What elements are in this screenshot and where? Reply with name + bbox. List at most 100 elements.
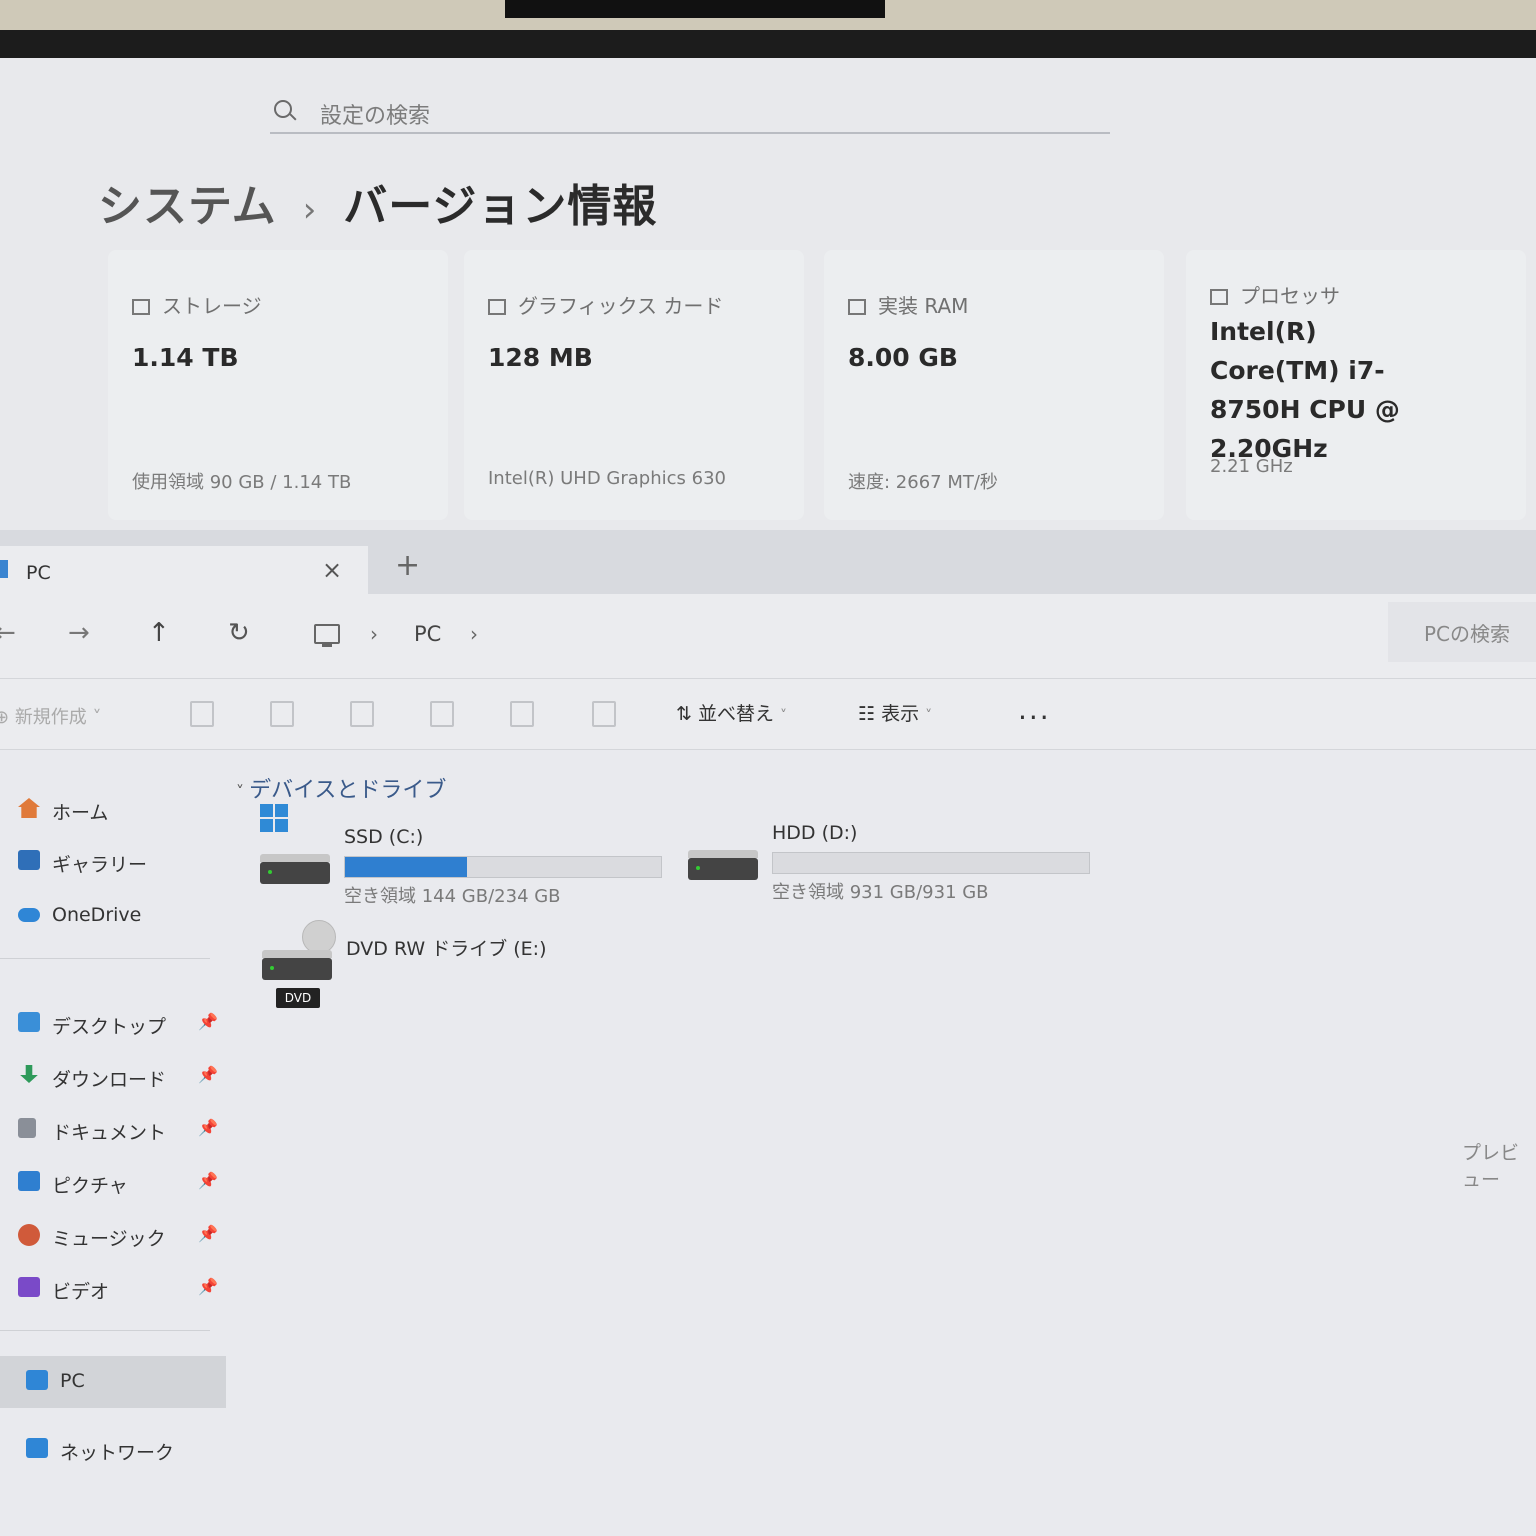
address-bar[interactable]: › PC › bbox=[296, 610, 1366, 662]
sidebar-item-desktop[interactable]: デスクトップ 📌 bbox=[14, 1004, 224, 1044]
delete-icon[interactable] bbox=[592, 701, 616, 727]
rename-icon[interactable] bbox=[430, 701, 454, 727]
cut-icon[interactable] bbox=[190, 701, 214, 727]
monitor-icon bbox=[314, 624, 340, 647]
sort-button[interactable]: ⇅ 並べ替え ˅ bbox=[676, 699, 787, 726]
drive-free-space: 空き領域 931 GB/931 GB bbox=[772, 882, 989, 903]
drive-icon bbox=[262, 950, 332, 980]
spec-cards: ストレージ 1.14 TB 使用領域 90 GB / 1.14 TB グラフィッ… bbox=[108, 250, 1528, 520]
tab-bar: PC × + bbox=[0, 530, 1536, 594]
search-placeholder: PCの検索 bbox=[1424, 622, 1511, 646]
card-label: ストレージ bbox=[162, 294, 262, 318]
sidebar-item-documents[interactable]: ドキュメント 📌 bbox=[14, 1110, 224, 1150]
file-list: ˅ デバイスとドライブ SSD (C:) 空き領域 144 GB/234 GB … bbox=[230, 750, 1536, 1536]
sidebar-item-pc[interactable]: PC bbox=[0, 1356, 226, 1408]
drive-hdd-d[interactable]: HDD (D:) 空き領域 931 GB/931 GB bbox=[688, 822, 1128, 906]
cpu-icon bbox=[1210, 289, 1228, 305]
divider bbox=[0, 958, 210, 959]
pin-icon[interactable]: 📌 bbox=[198, 1224, 218, 1243]
sidebar-item-music[interactable]: ミュージック 📌 bbox=[14, 1216, 224, 1256]
picture-icon bbox=[18, 1171, 40, 1191]
new-tab-button[interactable]: + bbox=[395, 548, 420, 583]
sidebar-item-home[interactable]: ホーム bbox=[14, 790, 224, 830]
more-options-button[interactable]: ... bbox=[1018, 693, 1051, 726]
card-ram[interactable]: 実装 RAM 8.00 GB 速度: 2667 MT/秒 bbox=[824, 250, 1164, 520]
capacity-bar bbox=[344, 856, 662, 878]
breadcrumb-current: バージョン情報 bbox=[343, 181, 658, 232]
sidebar-item-network[interactable]: ネットワーク bbox=[14, 1430, 224, 1470]
ram-icon bbox=[848, 299, 866, 315]
group-header-devices[interactable]: ˅ デバイスとドライブ bbox=[236, 772, 446, 804]
pin-icon[interactable]: 📌 bbox=[198, 1012, 218, 1031]
card-sub: 2.21 GHz bbox=[1210, 456, 1293, 477]
view-button[interactable]: ☷ 表示 ˅ bbox=[858, 699, 932, 726]
divider bbox=[0, 1330, 210, 1331]
sidebar-item-pictures[interactable]: ピクチャ 📌 bbox=[14, 1163, 224, 1203]
drive-icon bbox=[260, 854, 330, 884]
sidebar-item-gallery[interactable]: ギャラリー bbox=[14, 842, 224, 882]
up-button[interactable]: ↑ bbox=[148, 618, 170, 648]
disc-icon bbox=[302, 920, 336, 954]
pin-icon[interactable]: 📌 bbox=[198, 1277, 218, 1296]
card-value: Intel(R) Core(TM) i7-8750H CPU @ 2.20GHz bbox=[1210, 317, 1400, 463]
sidebar-item-videos[interactable]: ビデオ 📌 bbox=[14, 1269, 224, 1309]
music-icon bbox=[18, 1224, 40, 1246]
drive-name: HDD (D:) bbox=[772, 822, 858, 844]
webcam bbox=[505, 0, 885, 18]
page-title: システム › バージョン情報 bbox=[98, 170, 657, 234]
tab-pc[interactable]: PC × bbox=[0, 546, 368, 594]
drive-dvd-e[interactable]: DVD DVD RW ドライブ (E:) bbox=[262, 920, 602, 1016]
new-button[interactable]: ⊕ 新規作成 ˅ bbox=[0, 703, 102, 729]
pc-icon bbox=[0, 560, 8, 578]
view-icon: ☷ bbox=[858, 703, 876, 725]
close-icon[interactable]: × bbox=[322, 556, 342, 584]
card-label: 実装 RAM bbox=[878, 294, 969, 318]
desktop-icon bbox=[18, 1012, 40, 1032]
gallery-icon bbox=[18, 850, 40, 870]
sort-icon: ⇅ bbox=[676, 703, 692, 725]
file-explorer-window: PC × + ← → ↑ ↻ › PC › PCの検索 ⊕ 新規作成 ˅ ⇅ 並… bbox=[0, 530, 1536, 1536]
card-value: 1.14 TB bbox=[132, 343, 239, 372]
command-bar: ⊕ 新規作成 ˅ ⇅ 並べ替え ˅ ☷ 表示 ˅ ... bbox=[0, 679, 1536, 750]
search-placeholder: 設定の検索 bbox=[320, 104, 431, 129]
settings-search-input[interactable]: 設定の検索 bbox=[270, 88, 1110, 134]
refresh-button[interactable]: ↻ bbox=[228, 618, 250, 648]
pin-icon[interactable]: 📌 bbox=[198, 1065, 218, 1084]
sidebar-item-onedrive[interactable]: OneDrive bbox=[14, 896, 224, 936]
card-sub: 使用領域 90 GB / 1.14 TB bbox=[132, 472, 352, 493]
chevron-down-icon: ˅ bbox=[925, 708, 933, 724]
forward-button[interactable]: → bbox=[68, 618, 90, 648]
drive-free-space: 空き領域 144 GB/234 GB bbox=[344, 886, 561, 907]
tab-title: PC bbox=[26, 562, 51, 584]
pc-search-input[interactable]: PCの検索 bbox=[1388, 602, 1536, 662]
network-icon bbox=[26, 1438, 48, 1458]
pin-icon[interactable]: 📌 bbox=[198, 1118, 218, 1137]
navigation-bar: ← → ↑ ↻ › PC › PCの検索 bbox=[0, 594, 1536, 679]
dvd-badge: DVD bbox=[276, 988, 320, 1008]
sidebar-item-downloads[interactable]: ダウンロード 📌 bbox=[14, 1057, 224, 1097]
paste-icon[interactable] bbox=[350, 701, 374, 727]
capacity-bar bbox=[772, 852, 1090, 874]
download-icon bbox=[20, 1065, 38, 1083]
document-icon bbox=[18, 1118, 36, 1138]
address-location[interactable]: PC bbox=[414, 622, 441, 646]
preview-pane-label: プレビュー bbox=[1462, 1142, 1520, 1191]
card-label: グラフィックス カード bbox=[518, 294, 724, 318]
card-storage[interactable]: ストレージ 1.14 TB 使用領域 90 GB / 1.14 TB bbox=[108, 250, 448, 520]
copy-icon[interactable] bbox=[270, 701, 294, 727]
chevron-right-icon[interactable]: › bbox=[370, 622, 378, 646]
card-processor[interactable]: プロセッサ Intel(R) Core(TM) i7-8750H CPU @ 2… bbox=[1186, 250, 1526, 520]
card-sub: Intel(R) UHD Graphics 630 bbox=[488, 468, 726, 489]
breadcrumb-system[interactable]: システム bbox=[98, 181, 277, 232]
chevron-right-icon[interactable]: › bbox=[470, 622, 478, 646]
card-sub: 速度: 2667 MT/秒 bbox=[848, 472, 998, 493]
chevron-down-icon: ˅ bbox=[236, 782, 250, 801]
gpu-icon bbox=[488, 299, 506, 315]
windows-logo-icon bbox=[260, 804, 290, 834]
pin-icon[interactable]: 📌 bbox=[198, 1171, 218, 1190]
share-icon[interactable] bbox=[510, 701, 534, 727]
card-graphics[interactable]: グラフィックス カード 128 MB Intel(R) UHD Graphics… bbox=[464, 250, 804, 520]
back-button[interactable]: ← bbox=[0, 618, 16, 648]
drive-ssd-c[interactable]: SSD (C:) 空き領域 144 GB/234 GB bbox=[260, 804, 700, 910]
breadcrumb-separator: › bbox=[302, 190, 318, 230]
